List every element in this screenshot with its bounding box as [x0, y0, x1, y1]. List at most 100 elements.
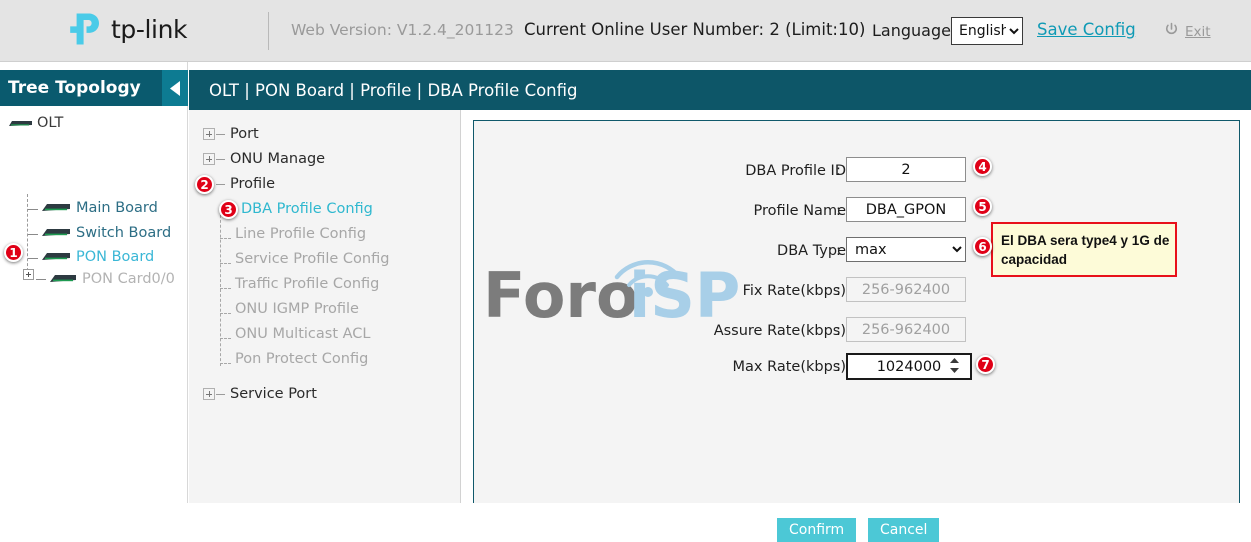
annotation-badge-7: 7 — [976, 355, 995, 374]
profile-name-input[interactable] — [846, 197, 966, 222]
nav-item-line-profile-config[interactable]: Line Profile Config — [235, 226, 366, 242]
sidebar-item-label: Main Board — [76, 200, 158, 216]
assure-rate-input — [846, 317, 966, 342]
confirm-button[interactable]: Confirm — [777, 518, 856, 542]
sidebar-item-label: Switch Board — [76, 225, 171, 241]
tplink-wordmark: tp-link — [111, 15, 187, 44]
exit-link[interactable]: Exit — [1185, 24, 1211, 40]
nav-item-dba-profile-config[interactable]: DBA Profile Config — [241, 201, 373, 217]
breadcrumb-bar: OLT | PON Board | Profile | DBA Profile … — [189, 70, 1251, 110]
field-label: DBA Profile ID — [745, 163, 846, 179]
field-colon: : — [836, 243, 841, 259]
nav-item-service-port[interactable]: Service Port — [230, 386, 317, 402]
device-icon — [39, 251, 73, 263]
online-user-count-text: Current Online User Number: 2 (Limit:10) — [524, 20, 865, 39]
nav-dash — [216, 394, 225, 395]
field-colon: : — [836, 283, 841, 299]
main-content-panel: Foro iSP DBA Profile ID : 4 Profile Name… — [461, 110, 1251, 503]
sidebar-item-label: PON Board — [76, 249, 154, 265]
sidebar-item-pon-board[interactable]: PON Board — [39, 249, 154, 265]
tree-connector-tick — [36, 279, 46, 280]
field-row-max-rate: Max Rate(kbps) : 7 — [474, 353, 1241, 383]
tree-topology-header: Tree Topology — [0, 70, 162, 106]
dba-profile-form: Foro iSP DBA Profile ID : 4 Profile Name… — [473, 120, 1240, 503]
sidebar-collapse-button[interactable] — [162, 70, 188, 106]
annotation-badge-2: 2 — [195, 175, 214, 194]
tree-topology-sidebar: Tree Topology OLT Main Board Switch Boar — [0, 62, 188, 503]
nav-item-port[interactable]: Port — [230, 126, 259, 142]
nav-item-onu-multicast-acl[interactable]: ONU Multicast ACL — [235, 326, 371, 342]
annotation-note-text: El DBA sera type4 y 1G de capacidad — [1001, 231, 1173, 269]
nav-item-onu-igmp-profile[interactable]: ONU IGMP Profile — [235, 301, 359, 317]
nav-expander-port[interactable] — [203, 128, 215, 140]
nav-connector-line — [220, 205, 221, 366]
spinner-arrows-icon[interactable] — [948, 357, 961, 374]
power-icon[interactable] — [1164, 22, 1179, 37]
tree-connector-tick — [28, 234, 38, 235]
sidebar-item-main-board[interactable]: Main Board — [39, 200, 158, 216]
sidebar-item-pon-card[interactable]: PON Card0/0 — [47, 271, 175, 287]
nav-dash — [216, 159, 225, 160]
config-nav-tree: Port ONU Manage Profile 2 DBA Profile Co… — [189, 110, 461, 503]
breadcrumb: OLT | PON Board | Profile | DBA Profile … — [209, 81, 578, 100]
field-colon: : — [836, 203, 841, 219]
nav-connector-tick — [220, 263, 231, 264]
sidebar-item-label: PON Card0/0 — [82, 271, 175, 287]
nav-item-pon-protect-config[interactable]: Pon Protect Config — [235, 351, 368, 367]
tree-connector-line — [27, 194, 28, 276]
nav-connector-tick — [220, 313, 231, 314]
tree-topology-title: Tree Topology — [8, 78, 141, 98]
device-icon — [39, 227, 73, 239]
header-divider — [268, 12, 269, 50]
annotation-badge-6: 6 — [973, 237, 992, 256]
field-label: Fix Rate(kbps) — [743, 283, 846, 299]
field-row-assure-rate: Assure Rate(kbps) : — [474, 317, 1241, 347]
annotation-note: El DBA sera type4 y 1G de capacidad — [991, 222, 1177, 277]
field-colon: : — [836, 359, 841, 375]
language-label: Language — [872, 21, 951, 40]
tplink-logo: tp-link — [68, 12, 187, 46]
sidebar-item-label: OLT — [37, 115, 63, 131]
nav-connector-tick — [220, 338, 231, 339]
field-label: Assure Rate(kbps) — [714, 323, 846, 339]
device-icon — [6, 119, 34, 128]
nav-expander-onu-manage[interactable] — [203, 153, 215, 165]
annotation-badge-1: 1 — [4, 243, 23, 262]
nav-item-service-profile-config[interactable]: Service Profile Config — [235, 251, 389, 267]
field-colon: : — [836, 323, 841, 339]
tree-connector-tick — [28, 258, 38, 259]
nav-dash — [216, 134, 225, 135]
tree-expander-pon-card[interactable] — [23, 269, 34, 280]
sidebar-item-olt[interactable]: OLT — [6, 115, 63, 131]
nav-dash — [216, 184, 225, 185]
app-header: tp-link Web Version: V1.2.4_201123 Curre… — [0, 0, 1251, 62]
sidebar-item-switch-board[interactable]: Switch Board — [39, 225, 171, 241]
device-icon — [47, 273, 79, 285]
nav-connector-tick — [220, 288, 231, 289]
annotation-badge-5: 5 — [973, 197, 992, 216]
cancel-button[interactable]: Cancel — [868, 518, 939, 542]
nav-item-onu-manage[interactable]: ONU Manage — [230, 151, 325, 167]
fix-rate-input — [846, 277, 966, 302]
field-colon: : — [836, 163, 841, 179]
nav-item-profile[interactable]: Profile — [230, 176, 275, 192]
tplink-mark-icon — [68, 12, 104, 46]
tree-connector-tick — [28, 209, 38, 210]
web-version-text: Web Version: V1.2.4_201123 — [291, 21, 514, 39]
field-label: Max Rate(kbps) — [732, 359, 846, 375]
field-label: Profile Name — [754, 203, 846, 219]
nav-expander-service-port[interactable] — [203, 388, 215, 400]
nav-connector-tick — [220, 238, 231, 239]
dba-type-select[interactable]: max — [846, 237, 966, 262]
field-row-fix-rate: Fix Rate(kbps) : — [474, 277, 1241, 307]
chevron-left-icon — [168, 80, 182, 97]
nav-item-traffic-profile-config[interactable]: Traffic Profile Config — [235, 276, 379, 292]
nav-connector-tick — [220, 363, 231, 364]
field-row-dba-profile-id: DBA Profile ID : 4 — [474, 157, 1241, 187]
device-icon — [39, 202, 73, 214]
annotation-badge-4: 4 — [973, 157, 992, 176]
annotation-badge-3: 3 — [219, 200, 238, 219]
save-config-link[interactable]: Save Config — [1037, 20, 1136, 39]
dba-profile-id-input[interactable] — [846, 157, 966, 182]
language-select[interactable]: English — [951, 17, 1023, 45]
